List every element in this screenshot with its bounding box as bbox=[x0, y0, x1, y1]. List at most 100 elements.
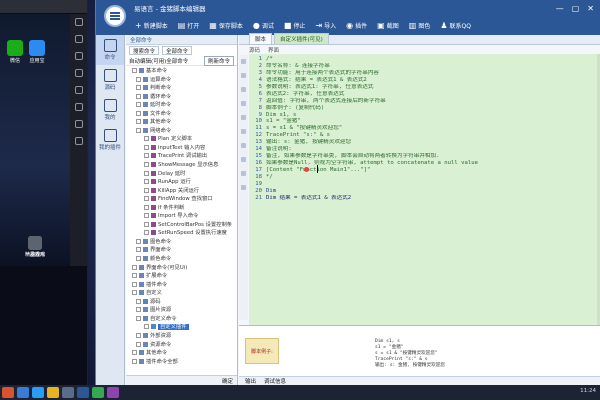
maximize-button[interactable]: ▢ bbox=[572, 4, 580, 13]
expand-toggle-icon[interactable] bbox=[136, 307, 141, 313]
volume-icon[interactable] bbox=[74, 18, 83, 26]
tree-item[interactable]: 插件命令全部 bbox=[126, 358, 237, 367]
expand-toggle-icon[interactable] bbox=[136, 332, 141, 338]
expand-toggle-icon[interactable] bbox=[144, 144, 149, 150]
tree-item[interactable]: SetControlBarPos 设置控制条 bbox=[126, 221, 237, 230]
nav-commands[interactable]: 命令 bbox=[96, 35, 124, 65]
expand-toggle-icon[interactable] bbox=[132, 281, 137, 287]
expand-toggle-icon[interactable] bbox=[136, 256, 141, 262]
tree-item[interactable]: KillApp 关闭运行 bbox=[126, 187, 237, 196]
screenshot-button[interactable]: ▣ 截图 bbox=[374, 20, 402, 31]
tab-script[interactable]: 脚本 bbox=[249, 33, 273, 44]
plugin-button[interactable]: ◉ 插件 bbox=[343, 20, 370, 31]
tree-item[interactable]: 外部资源 bbox=[126, 332, 237, 341]
dock-item-apps[interactable]: 精品应用 bbox=[24, 236, 46, 258]
taskbar-app-icon[interactable] bbox=[2, 387, 14, 398]
close-button[interactable]: ✕ bbox=[587, 4, 594, 13]
search-commands-tab[interactable]: 搜索命令 bbox=[129, 46, 160, 55]
expand-toggle-icon[interactable] bbox=[136, 119, 141, 125]
refresh-commands-button[interactable]: 刷新命令 bbox=[203, 55, 234, 66]
all-commands-tab[interactable]: 全部命令 bbox=[162, 46, 193, 55]
replace-icon[interactable] bbox=[241, 143, 246, 148]
tree-item[interactable]: 资源命令 bbox=[126, 341, 237, 350]
confirm-button[interactable]: 确定 bbox=[222, 377, 233, 385]
format-icon[interactable] bbox=[241, 171, 246, 176]
expand-toggle-icon[interactable] bbox=[136, 298, 141, 304]
taskbar-app-icon[interactable] bbox=[107, 387, 119, 398]
taskbar-app-icon[interactable] bbox=[92, 387, 104, 398]
tree-item[interactable]: 界面命令(可见Ui) bbox=[126, 264, 237, 273]
expand-toggle-icon[interactable] bbox=[136, 315, 141, 321]
tree-item[interactable]: ShowMessage 显示信息 bbox=[126, 161, 237, 170]
fold-icon[interactable] bbox=[241, 59, 246, 64]
tab-output[interactable]: 输出 bbox=[245, 377, 256, 385]
minimize-button[interactable]: — bbox=[556, 4, 564, 13]
tree-item[interactable]: 自定义插件 bbox=[126, 323, 237, 332]
tree-item[interactable]: Import 导入命令 bbox=[126, 212, 237, 221]
expand-toggle-icon[interactable] bbox=[136, 93, 141, 99]
expand-toggle-icon[interactable] bbox=[132, 273, 137, 279]
tree-item[interactable]: SetRunSpeed 设置执行速度 bbox=[126, 229, 237, 238]
expand-toggle-icon[interactable] bbox=[144, 213, 149, 219]
save-script-button[interactable]: ▦ 保存脚本 bbox=[206, 20, 246, 31]
tree-item[interactable]: InputText 输入内容 bbox=[126, 144, 237, 153]
expand-toggle-icon[interactable] bbox=[144, 221, 149, 227]
goto-icon[interactable] bbox=[241, 157, 246, 162]
app-wechat[interactable]: 微信 bbox=[4, 40, 26, 64]
comment-icon[interactable] bbox=[241, 73, 246, 78]
tree-item[interactable]: 延时命令 bbox=[126, 101, 237, 110]
breakpoint-icon[interactable] bbox=[304, 167, 309, 172]
expand-toggle-icon[interactable] bbox=[144, 136, 149, 142]
expand-toggle-icon[interactable] bbox=[144, 187, 149, 193]
tree-item[interactable]: 图片资源 bbox=[126, 306, 237, 315]
expand-toggle-icon[interactable] bbox=[144, 324, 149, 330]
settings-icon[interactable] bbox=[241, 185, 246, 190]
more-icon[interactable] bbox=[74, 137, 83, 145]
outdent-icon[interactable] bbox=[241, 101, 246, 106]
emulator-screen[interactable]: 微信 应用宝 游戏 一次游戏 精品应用 bbox=[0, 14, 70, 266]
taskbar-app-icon[interactable] bbox=[77, 387, 89, 398]
expand-toggle-icon[interactable] bbox=[144, 204, 149, 210]
tree-item[interactable]: TracePrint 调试输出 bbox=[126, 152, 237, 161]
color-picker-button[interactable]: ▥ 图色 bbox=[406, 20, 434, 31]
expand-toggle-icon[interactable] bbox=[144, 179, 149, 185]
tab-ui[interactable]: 界面 bbox=[268, 46, 279, 54]
tree-item[interactable]: 自定义 bbox=[126, 289, 237, 298]
expand-toggle-icon[interactable] bbox=[144, 162, 149, 168]
tree-item[interactable]: 基本命令 bbox=[126, 67, 237, 76]
tree-item[interactable]: 界面命令 bbox=[126, 246, 237, 255]
tree-item[interactable]: 判断命令 bbox=[126, 84, 237, 93]
taskbar-app-icon[interactable] bbox=[47, 387, 59, 398]
tree-item[interactable]: 自定义命令 bbox=[126, 315, 237, 324]
tree-item[interactable]: 图色命令 bbox=[126, 238, 237, 247]
expand-toggle-icon[interactable] bbox=[136, 85, 141, 91]
expand-toggle-icon[interactable] bbox=[144, 230, 149, 236]
nav-source[interactable]: 源码 bbox=[96, 65, 124, 95]
expand-toggle-icon[interactable] bbox=[132, 68, 137, 73]
tree-item[interactable]: 颜色命令 bbox=[126, 255, 237, 264]
expand-toggle-icon[interactable] bbox=[144, 170, 149, 176]
expand-toggle-icon[interactable] bbox=[136, 238, 141, 244]
stop-button[interactable]: ■ 停止 bbox=[281, 20, 309, 31]
app-store[interactable]: 应用宝 bbox=[26, 40, 48, 64]
tab-debug-info[interactable]: 调试信息 bbox=[264, 377, 286, 385]
tab-custom-plugin[interactable]: 自定义插件(可见) bbox=[274, 33, 329, 44]
import-button[interactable]: ⇥ 导入 bbox=[312, 20, 339, 31]
expand-toggle-icon[interactable] bbox=[136, 247, 141, 253]
tree-item[interactable]: Delay 延时 bbox=[126, 170, 237, 179]
tree-item[interactable]: 插件命令 bbox=[126, 281, 237, 290]
expand-toggle-icon[interactable] bbox=[132, 264, 137, 270]
keyboard-icon[interactable] bbox=[74, 69, 83, 77]
new-script-button[interactable]: + 新建脚本 bbox=[132, 20, 171, 31]
tree-item[interactable]: 扩展命令 bbox=[126, 272, 237, 281]
tree-item[interactable]: Plan 定义脚本 bbox=[126, 135, 237, 144]
open-button[interactable]: ▤ 打开 bbox=[175, 20, 203, 31]
tree-tab[interactable]: 全部命令 bbox=[126, 35, 237, 45]
folder-icon[interactable] bbox=[74, 120, 83, 128]
taskbar-app-icon[interactable] bbox=[17, 387, 29, 398]
tree-item[interactable]: 文件命令 bbox=[126, 110, 237, 119]
shake-icon[interactable] bbox=[74, 103, 83, 111]
expand-toggle-icon[interactable] bbox=[144, 153, 149, 159]
expand-toggle-icon[interactable] bbox=[136, 127, 141, 133]
expand-toggle-icon[interactable] bbox=[136, 76, 141, 82]
